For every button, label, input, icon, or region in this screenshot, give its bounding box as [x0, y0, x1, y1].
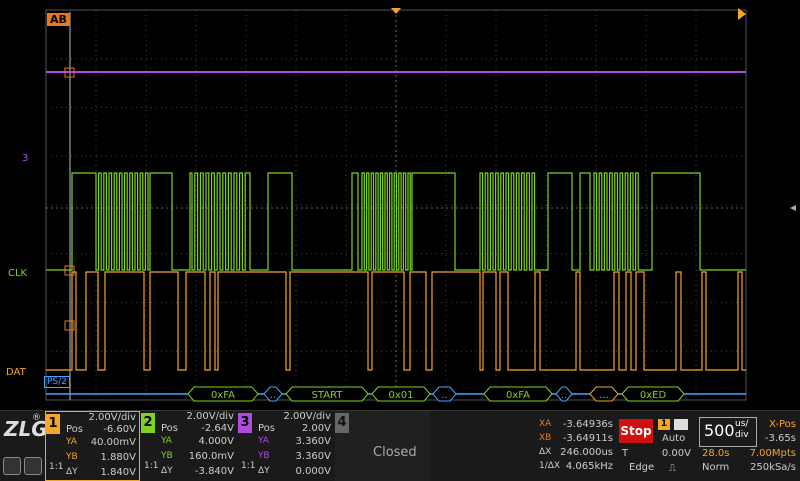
ch2-pos-label: Pos [161, 423, 179, 434]
ch1-dy: 1.840V [100, 467, 136, 478]
ch2-ya-label: YA [161, 436, 172, 446]
ch3-ya-label: YA [258, 436, 269, 446]
ch3-yb: 3.360V [295, 451, 331, 462]
ch1-pos: -6.60V [103, 424, 136, 435]
timebase-panel[interactable]: 500 us/ div X-Pos -3.65s 28.0s 7.00Mpts … [697, 411, 800, 481]
rising-edge-icon: ⎍ [669, 463, 676, 474]
cursor-panel[interactable]: XA -3.64936s XB -3.64911s ΔX 246.000us 1… [536, 411, 616, 481]
decode-frame-label: .. [270, 390, 276, 401]
inv-dx-value: 4.065kHz [565, 461, 613, 472]
ch2-dy: -3.840V [194, 466, 234, 477]
trigger-edge-icon [674, 419, 688, 430]
trigger-source: 1 [658, 419, 670, 430]
ch2-clk-trace [46, 172, 746, 271]
ch3-scale: 2.00V/div [283, 411, 331, 422]
ch4-number: 4 [335, 413, 349, 433]
dx-value: 246.000us [560, 447, 613, 458]
ch1-number: 1 [46, 414, 60, 434]
trigger-t-label: T [622, 448, 629, 459]
ch1-ya: 40.00mV [90, 437, 136, 448]
xa-label: XA [539, 419, 552, 429]
ch1-ya-label: YA [66, 437, 77, 447]
ch2-coupling: 1:1 [144, 461, 159, 471]
ch2-number: 2 [141, 413, 155, 433]
timebase-unit-bottom: div [735, 430, 749, 440]
sample-rate: 250kSa/s [750, 462, 796, 473]
decode-frame-label: .. [561, 390, 567, 401]
ch3-number: 3 [238, 413, 252, 433]
ch1-yb: 1.880V [100, 452, 136, 463]
screenshot-icon[interactable] [24, 457, 42, 475]
ch1-scale: 2.00V/div [88, 412, 136, 423]
xpos-label: X-Pos [769, 419, 796, 430]
trigger-pos-marker [391, 8, 401, 14]
inv-dx-label: 1/ΔX [539, 461, 561, 471]
decode-frame-label: ... [599, 390, 609, 401]
ch1-panel[interactable]: 1 2.00V/div Pos -6.60V YA 40.00mV YB 1.8… [45, 411, 140, 481]
clk-label: CLK [8, 268, 28, 279]
ch3-dy: 0.000V [295, 466, 331, 477]
ch3-pos: 2.00V [301, 423, 331, 434]
ch2-panel[interactable]: 2 2.00V/div Pos -2.64V YA 4.000V YB 160.… [141, 411, 237, 481]
waveform-canvas: 0xFA.. START 0x01.. 0xFA..... 0xED [45, 8, 796, 402]
trigger-type: Edge [629, 462, 655, 473]
ch3-coupling: 1:1 [241, 461, 256, 471]
ch3-pos-label: Pos [258, 423, 276, 434]
registered-mark: ® [32, 413, 41, 423]
xb-label: XB [539, 433, 552, 443]
ch4-status: Closed [373, 445, 417, 460]
timebase-value: 500 [704, 421, 735, 440]
timebase-unit-top: us/ [735, 419, 749, 429]
ch3-yb-label: YB [258, 451, 270, 461]
dat-label: DAT [6, 367, 26, 378]
ch2-ya: 4.000V [198, 436, 234, 447]
ch2-dy-label: ΔY [161, 466, 173, 476]
xpos-value: -3.65s [764, 433, 796, 444]
home-icon[interactable] [3, 457, 21, 475]
xa-value: -3.64936s [562, 419, 613, 430]
ch2-pos: -2.64V [201, 423, 234, 434]
waveform-display[interactable]: 0xFA.. START 0x01.. 0xFA..... 0xED AB 3 CLK … [0, 0, 800, 410]
acq-mode: Norm [702, 462, 730, 473]
status-panel: ZLG ® 1 2.00V/div Pos -6.60V YA 40.00mV … [0, 410, 800, 481]
memory-depth: 7.00Mpts [749, 448, 796, 459]
trigger-panel[interactable]: Stop 1 Auto T 0.00V Edge ⎍ [617, 411, 695, 481]
ch4-panel[interactable]: 4 Closed [335, 411, 430, 481]
decode-frame-label: 0xED [640, 390, 667, 401]
brand-logo: ZLG [4, 417, 48, 441]
decode-frame-label: 0xFA [211, 390, 235, 401]
ab-marker: AB [47, 13, 70, 26]
run-stop-button[interactable]: Stop [619, 419, 653, 443]
ch2-yb: 160.0mV [188, 451, 234, 462]
ch2-yb-label: YB [161, 451, 173, 461]
trigger-mode: Auto [662, 433, 686, 444]
decode-frame-label: 0x01 [388, 390, 413, 401]
decode-frame-label: .. [441, 390, 447, 401]
decoder-tag[interactable]: PS/2 [44, 376, 70, 388]
brand-area: ZLG ® [0, 411, 48, 481]
ch2-scale: 2.00V/div [186, 411, 234, 422]
record-time: 28.0s [702, 448, 730, 459]
ch3-label: 3 [22, 153, 29, 164]
ch3-panel[interactable]: 3 2.00V/div Pos 2.00V YA 3.360V YB 3.360… [238, 411, 334, 481]
ch1-yb-label: YB [66, 452, 78, 462]
decode-frame-label: START [312, 390, 344, 401]
ch1-coupling: 1:1 [49, 462, 64, 472]
ch3-dy-label: ΔY [258, 466, 270, 476]
decode-frame-label: 0xFA [506, 390, 530, 401]
ch3-ya: 3.360V [295, 436, 331, 447]
dx-label: ΔX [539, 447, 552, 457]
trigger-level: 0.00V [661, 448, 691, 459]
xb-value: -3.64911s [562, 433, 613, 444]
ch1-pos-label: Pos [66, 424, 84, 435]
ch1-dy-label: ΔY [66, 467, 78, 477]
